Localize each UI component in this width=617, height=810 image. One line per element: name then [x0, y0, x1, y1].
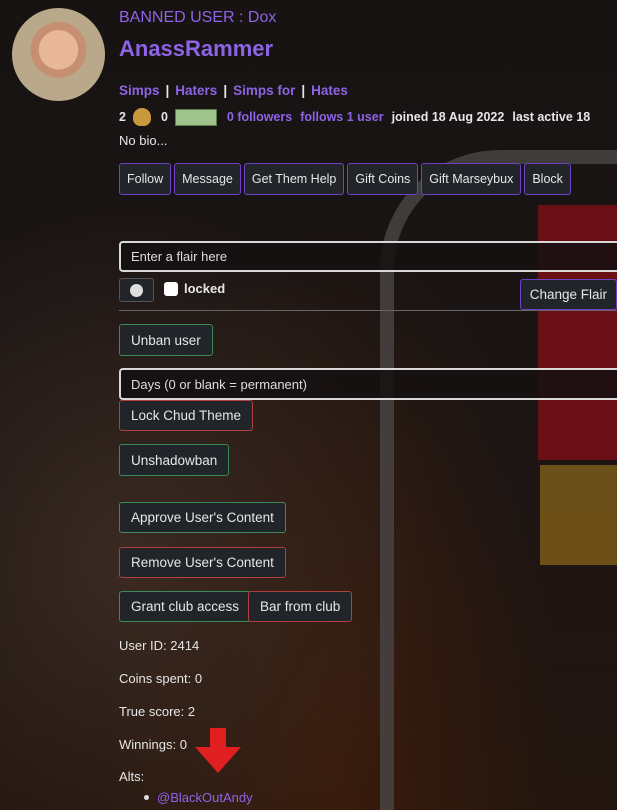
red-arrow-icon	[195, 728, 241, 773]
marseybux-count: 0	[160, 110, 168, 124]
stats-row: 2 0 0 followers follows 1 user joined 18…	[119, 108, 617, 126]
bio: No bio...	[119, 133, 168, 148]
banned-label: BANNED USER : Dox	[119, 9, 277, 26]
locked-checkbox[interactable]	[164, 282, 178, 296]
bullet	[144, 795, 149, 800]
relations-links: Simps | Haters | Simps for | Hates	[119, 83, 348, 98]
unban-user-button[interactable]: Unban user	[119, 324, 213, 356]
coins-count: 2	[119, 110, 126, 124]
simps-link[interactable]: Simps	[119, 83, 160, 98]
smiley-icon	[130, 283, 143, 297]
remove-content-button[interactable]: Remove User's Content	[119, 547, 286, 578]
background-orange-block	[540, 465, 617, 565]
follow-button[interactable]: Follow	[119, 163, 172, 195]
lock-chud-theme-button[interactable]: Lock Chud Theme	[119, 400, 254, 431]
joined-date: joined 18 Aug 2022	[391, 110, 505, 124]
winnings: Winnings: 0	[119, 737, 187, 752]
alt-link[interactable]: @BlackOutAndy	[157, 790, 253, 805]
user-id: User ID: 2414	[119, 638, 200, 653]
avatar[interactable]	[12, 8, 105, 101]
divider	[119, 310, 617, 311]
change-flair-button[interactable]: Change Flair	[519, 279, 617, 310]
locked-label: locked	[184, 281, 226, 296]
grant-club-access-button[interactable]: Grant club access	[119, 591, 252, 622]
coin-icon	[132, 108, 151, 126]
unshadowban-button[interactable]: Unshadowban	[119, 444, 230, 476]
followers-link[interactable]: 0 followers	[227, 110, 292, 124]
bar-from-club-button[interactable]: Bar from club	[248, 591, 353, 622]
gift-coins-button[interactable]: Gift Coins	[347, 163, 419, 195]
simps-for-link[interactable]: Simps for	[233, 83, 295, 98]
haters-link[interactable]: Haters	[175, 83, 217, 98]
marseybux-icon	[174, 108, 217, 126]
hates-link[interactable]: Hates	[311, 83, 348, 98]
alts-label: Alts:	[119, 769, 145, 784]
approve-content-button[interactable]: Approve User's Content	[119, 502, 286, 533]
coins-spent: Coins spent: 0	[119, 671, 203, 686]
gift-marseybux-button[interactable]: Gift Marseybux	[421, 163, 522, 195]
last-active: last active 18	[512, 110, 591, 124]
follows-link[interactable]: follows 1 user	[300, 110, 383, 124]
get-them-help-button[interactable]: Get Them Help	[243, 163, 345, 195]
emoji-button[interactable]	[119, 278, 154, 302]
block-button[interactable]: Block	[524, 163, 571, 195]
flair-input[interactable]	[119, 241, 617, 272]
profile-actions: Follow Message Get Them Help Gift Coins …	[119, 163, 617, 195]
username: AnassRammer	[119, 36, 274, 61]
true-score: True score: 2	[119, 704, 196, 719]
message-button[interactable]: Message	[174, 163, 241, 195]
ban-days-input[interactable]	[119, 368, 617, 400]
